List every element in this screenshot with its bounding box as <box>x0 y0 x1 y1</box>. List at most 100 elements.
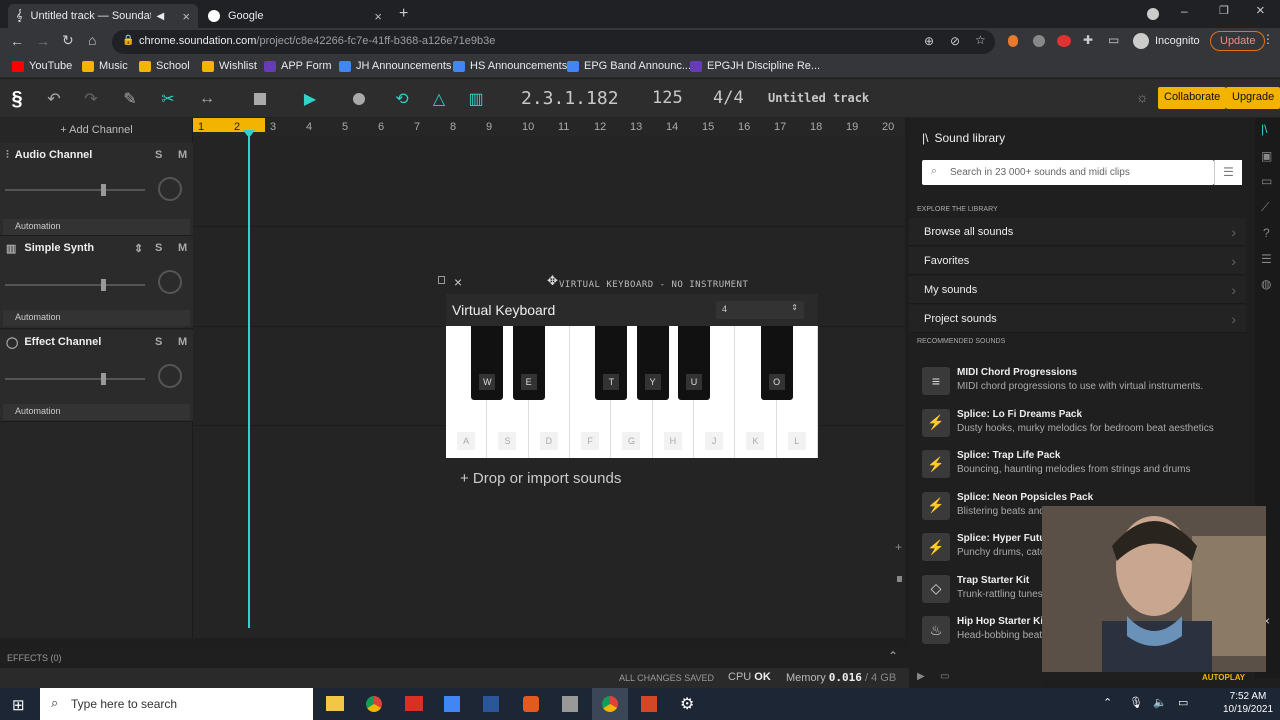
ruler-bar-number[interactable]: 6 <box>378 121 384 133</box>
bookmark-item[interactable]: APP Form <box>264 60 332 72</box>
collaborate-button[interactable]: Collaborate <box>1158 87 1227 109</box>
pen-tool-icon[interactable]: ✎ <box>119 88 141 110</box>
app-icon[interactable] <box>562 696 578 712</box>
ruler-bar-number[interactable]: 10 <box>522 121 534 133</box>
channel-synth[interactable]: ▥ Simple Synth ⇕ S M Automation <box>0 236 193 329</box>
add-channel-button[interactable]: + Add Channel <box>0 118 193 142</box>
ruler-bar-number[interactable]: 11 <box>558 121 569 133</box>
play-preview-icon[interactable]: ▶ <box>917 671 925 682</box>
taskbar-search-input[interactable]: ⌕ Type here to search <box>40 688 313 720</box>
octave-select[interactable]: 4 ⇕ <box>716 301 804 319</box>
piano-black-key[interactable]: W <box>471 326 504 400</box>
curve-icon[interactable]: ⟋ <box>1261 200 1269 215</box>
explore-item[interactable]: My sounds › <box>909 276 1246 304</box>
ruler-bar-number[interactable]: 15 <box>702 121 714 133</box>
bookmark-item[interactable]: School <box>139 60 190 72</box>
bpm-value[interactable]: 125 <box>652 88 683 108</box>
ruler-bar-number[interactable]: 14 <box>666 121 678 133</box>
network-icon[interactable]: ▭ <box>1178 696 1188 709</box>
bookmark-item[interactable]: Music <box>82 60 128 72</box>
automation-dropdown[interactable]: Automation <box>3 310 190 326</box>
solo-button[interactable]: S <box>155 336 162 348</box>
home-icon[interactable]: ⌂ <box>88 32 96 48</box>
bookmark-item[interactable]: JH Announcements <box>339 60 451 72</box>
popout-icon[interactable] <box>438 276 445 284</box>
app-icon[interactable] <box>523 696 539 712</box>
channel-effect[interactable]: ◯ Effect Channel S M Automation <box>0 330 193 422</box>
clock[interactable]: 7:52 AM 10/19/2021 <box>1223 691 1273 715</box>
volume-fader[interactable] <box>5 373 145 385</box>
reload-icon[interactable]: ↻ <box>62 32 74 49</box>
close-icon[interactable]: × <box>454 274 462 290</box>
recommended-sound-item[interactable]: ⚡ Splice: Trap Life Pack Bouncing, hauntin… <box>922 446 1242 486</box>
solo-button[interactable]: S <box>155 149 162 161</box>
ruler-bar-number[interactable]: 2 <box>234 121 240 133</box>
redo-icon[interactable]: ↷ <box>80 88 102 110</box>
mute-button[interactable]: M <box>178 336 187 348</box>
close-window-icon[interactable]: × <box>1256 2 1265 19</box>
sampler-icon[interactable]: ▣ <box>1261 149 1272 163</box>
stretch-icon[interactable]: ↔ <box>196 88 218 110</box>
automation-dropdown[interactable]: Automation <box>3 404 190 420</box>
play-button[interactable]: ▶ <box>299 88 321 110</box>
minimize-icon[interactable]: – <box>1181 4 1188 18</box>
track-title[interactable]: Untitled track <box>768 91 869 105</box>
maximize-icon[interactable]: ❐ <box>1219 4 1229 17</box>
chevron-up-icon[interactable]: ⌃ <box>1103 696 1112 709</box>
piano-black-key[interactable]: T <box>595 326 628 400</box>
ruler-bar-number[interactable]: 1 <box>198 121 204 133</box>
extension-icon[interactable] <box>1033 35 1045 47</box>
powerpoint-icon[interactable] <box>641 696 657 712</box>
explore-item[interactable]: Browse all sounds › <box>909 218 1246 246</box>
microphone-icon[interactable]: 🎙 <box>1129 696 1143 709</box>
loop-icon[interactable]: ⟲ <box>391 88 413 110</box>
extension-icon[interactable] <box>1057 35 1071 47</box>
pan-knob[interactable] <box>158 177 182 201</box>
update-button[interactable]: Update <box>1210 31 1266 51</box>
drop-import-sounds[interactable]: + Drop or import sounds <box>460 470 621 487</box>
ruler-bar-number[interactable]: 4 <box>306 121 312 133</box>
piano-black-key[interactable]: O <box>760 326 793 400</box>
filter-icon[interactable]: ☰ <box>1214 160 1242 185</box>
zoom-in-icon[interactable]: + <box>895 540 902 554</box>
tab-google[interactable]: Google × <box>200 4 390 28</box>
address-bar[interactable]: 🔒 chrome.soundation.com/project/c8e42266… <box>112 30 995 54</box>
help-icon[interactable]: ? <box>1263 226 1270 240</box>
keyboard-icon[interactable]: ▥ <box>465 88 487 110</box>
palette-icon[interactable]: ◍ <box>1261 277 1271 291</box>
extensions-puzzle-icon[interactable]: ✚ <box>1083 33 1093 47</box>
ruler-bar-number[interactable]: 8 <box>450 121 456 133</box>
ruler-bar-number[interactable]: 3 <box>270 121 276 133</box>
channel-name[interactable]: Effect Channel <box>24 336 101 348</box>
ruler-bar-number[interactable]: 12 <box>594 121 606 133</box>
expand-icon[interactable]: ⇕ <box>134 242 143 255</box>
soundation-logo-icon[interactable]: § <box>6 88 28 110</box>
ruler-bar-number[interactable]: 17 <box>774 121 786 133</box>
move-icon[interactable]: ✥ <box>547 273 558 289</box>
pan-knob[interactable] <box>158 364 182 388</box>
upgrade-button[interactable]: Upgrade <box>1226 87 1280 109</box>
profile-label[interactable]: Incognito <box>1155 35 1200 47</box>
chevron-up-icon[interactable]: ⌃ <box>888 649 898 663</box>
explore-item[interactable]: Favorites › <box>909 247 1246 275</box>
timeline-ruler[interactable]: 1 2 3 4 5 6 7 8 9 10 11 12 13 14 15 16 17 18 19 20 <box>193 118 905 138</box>
ruler-bar-number[interactable]: 19 <box>846 121 858 133</box>
word-icon[interactable] <box>483 696 499 712</box>
volume-fader[interactable] <box>5 279 145 291</box>
sliders-icon[interactable]: ☰ <box>1261 252 1272 266</box>
piano-black-key[interactable]: E <box>512 326 545 400</box>
file-explorer-icon[interactable] <box>326 696 344 711</box>
metronome-icon[interactable]: △ <box>428 88 450 110</box>
bookmark-item[interactable]: Wishlist <box>202 60 257 72</box>
stop-button[interactable] <box>249 88 271 110</box>
menu-dots-icon[interactable]: ⋮ <box>1262 32 1274 46</box>
settings-gear-icon[interactable]: ⚙ <box>680 694 694 714</box>
ruler-bar-number[interactable]: 16 <box>738 121 750 133</box>
ruler-bar-number[interactable]: 13 <box>630 121 642 133</box>
scissors-icon[interactable]: ✂ <box>157 88 179 110</box>
new-tab-icon[interactable]: + <box>399 5 408 23</box>
monitor-icon[interactable]: ▭ <box>940 671 949 682</box>
incognito-eye-icon[interactable]: ⊘ <box>950 34 960 48</box>
folder-icon[interactable]: ▭ <box>1261 174 1272 188</box>
profile-menu-icon[interactable] <box>1147 8 1159 20</box>
